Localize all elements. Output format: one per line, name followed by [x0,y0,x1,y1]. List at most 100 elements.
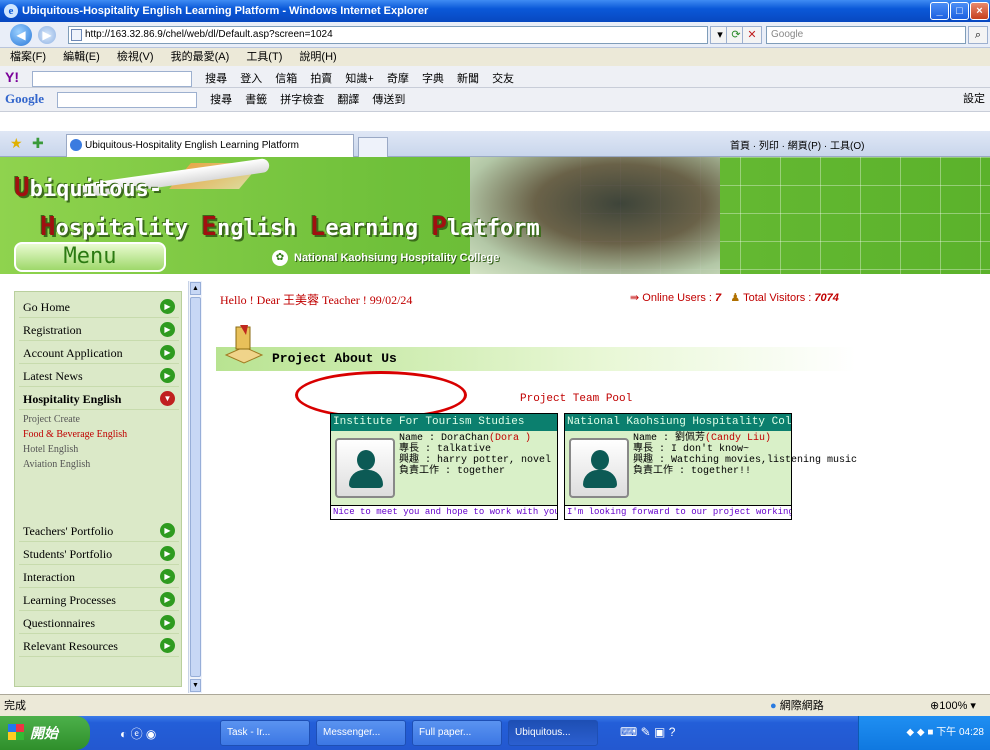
avatar-icon [569,438,629,498]
yahoo-auction[interactable]: 拍賣 [310,68,332,87]
yahoo-search[interactable]: 搜尋 [205,68,227,87]
favorites-star-icon[interactable]: ★ [10,135,23,152]
card-duty: 負責工作 : together!! [633,466,752,477]
google-search-box[interactable] [57,92,198,109]
sidebar-sub-food-beverage-english[interactable]: Food & Beverage English [23,429,127,440]
yahoo-login[interactable]: 登入 [240,68,262,87]
back-button[interactable]: ◀ [10,24,32,46]
new-tab-button[interactable] [358,137,388,157]
browser-window: e Ubiquitous-Hospitality English Learnin… [0,0,990,750]
home-button[interactable]: 首頁 [730,141,750,152]
taskbar-button-messenger[interactable]: Messenger... [316,720,406,746]
sidebar-sub-project-create[interactable]: Project Create [23,414,80,425]
yahoo-mail[interactable]: 信箱 [275,68,297,87]
card-message: I'm looking forward to our project worki… [565,505,791,519]
google-search[interactable]: 搜尋 [210,89,232,111]
sidebar-item-interaction[interactable]: Interaction ▶ [19,566,179,588]
zoom-level[interactable]: ⊕100% ▾ [930,695,976,717]
card-interests: 興趣 : harry potter, novel [399,455,552,466]
title-bar: e Ubiquitous-Hospitality English Learnin… [0,0,990,22]
page-menu[interactable]: 網頁(P) [788,141,821,152]
member-card: Institute For Tourism Studies Name : Dor… [330,413,558,520]
arrow-right-icon: ▶ [160,345,175,360]
sidebar-sub-aviation-english[interactable]: Aviation English [23,459,90,470]
card-institution: Institute For Tourism Studies [331,414,557,431]
yahoo-dating[interactable]: 交友 [492,68,514,87]
search-input[interactable]: Google [766,26,966,44]
scroll-up-arrow[interactable]: ▲ [190,282,201,295]
tools-menu[interactable]: 工具(O) [830,141,864,152]
tab-ubiquitous[interactable]: Ubiquitous-Hospitality English Learning … [66,134,354,157]
forward-button[interactable]: ▶ [38,26,56,44]
add-favorites-icon[interactable]: ✚ [32,135,44,152]
yahoo-logo[interactable]: Y! [5,66,19,87]
menu-favorites[interactable]: 我的最愛(A) [171,48,230,66]
google-spellcheck[interactable]: 拼字檢查 [280,89,324,111]
minimize-button[interactable]: _ [930,2,949,20]
card-message: Nice to meet you and hope to work with y… [331,505,557,519]
sidebar-item-registration[interactable]: Registration ▶ [19,319,179,341]
yahoo-dictionary[interactable]: 字典 [422,68,444,87]
scroll-down-arrow[interactable]: ▼ [190,679,201,692]
arrow-right-icon: ▶ [160,569,175,584]
taskbar-button-task[interactable]: Task - Ir... [220,720,310,746]
sidebar-item-teachers-portfolio[interactable]: Teachers' Portfolio ▶ [19,520,179,542]
scroll-thumb[interactable] [190,297,201,677]
start-button[interactable]: 開始 [0,716,90,750]
google-settings[interactable]: 設定 [963,88,985,110]
arrow-right-icon: ▶ [160,638,175,653]
language-bar-icons[interactable]: ⌨ ✎ ▣ ? [620,725,675,739]
google-translate[interactable]: 翻譯 [337,89,359,111]
quicklaunch-icons[interactable]: ◐ ⓔ ◉ [120,725,156,742]
card-duty: 負責工作 : together [399,466,506,477]
yahoo-news[interactable]: 新聞 [457,68,479,87]
sidebar-sub-hotel-english[interactable]: Hotel English [23,444,78,455]
menu-file[interactable]: 檔案(F) [10,48,46,66]
address-bar: ◀ ▶ http://163.32.86.9/chel/web/dl/Defau… [0,22,990,48]
site-banner: Ubiquitous- Hospitality English Learning… [0,157,990,274]
menu-tools[interactable]: 工具(T) [246,48,282,66]
print-button[interactable]: 列印 [759,141,779,152]
sidebar-item-hospitality-english[interactable]: Hospitality English ▼ [19,388,179,410]
menu-view[interactable]: 檢視(V) [117,48,154,66]
menu-help[interactable]: 說明(H) [299,48,336,66]
menu-header: Menu [14,242,166,272]
online-users-icon: ⇛ [630,292,640,304]
sidebar-item-questionnaires[interactable]: Questionnaires ▶ [19,612,179,634]
college-name: ✿ National Kaohsiung Hospitality College [272,250,499,266]
avatar-icon [335,438,395,498]
sidebar-item-go-home[interactable]: Go Home ▶ [19,296,179,318]
tab-bar: ★ ✚ Ubiquitous-Hospitality English Learn… [0,131,990,157]
globe-icon: ● [770,700,777,712]
card-expertise: 專長 : talkative [399,444,492,455]
tray-icons[interactable]: ◆ ◆ ■ [906,727,936,738]
yahoo-search-box[interactable] [32,71,193,87]
total-visitors-count: 7074 [814,292,839,304]
sidebar-item-latest-news[interactable]: Latest News ▶ [19,365,179,387]
google-sendto[interactable]: 傳送到 [372,89,405,111]
yahoo-knowledge[interactable]: 知識+ [345,68,373,87]
sidebar-scrollbar[interactable]: ▲ ▼ [188,281,202,693]
project-team-title: Project Team Pool [520,393,633,405]
arrow-right-icon: ▶ [160,299,175,314]
taskbar-button-fullpaper[interactable]: Full paper... [412,720,502,746]
google-bookmarks[interactable]: 書籤 [245,89,267,111]
menu-edit[interactable]: 編輯(E) [63,48,100,66]
sidebar-item-account-application[interactable]: Account Application ▶ [19,342,179,364]
taskbar-button-ubiquitous[interactable]: Ubiquitous... [508,720,598,746]
sidebar-item-relevant-resources[interactable]: Relevant Resources ▶ [19,635,179,657]
online-stats: ⇛ Online Users : 7 ♟ Total Visitors : 70… [630,292,839,304]
sidebar: Go Home ▶ Registration ▶ Account Applicati… [6,281,196,693]
close-button[interactable]: × [970,2,989,20]
windows-logo-icon [8,724,24,740]
search-icon: ⌕ [974,29,982,41]
google-logo[interactable]: Google [5,88,44,110]
maximize-button[interactable]: □ [950,2,969,20]
sidebar-item-learning-processes[interactable]: Learning Processes ▶ [19,589,179,611]
stop-button[interactable]: ✕ [742,26,762,44]
url-input[interactable]: http://163.32.86.9/chel/web/dl/Default.a… [68,26,708,44]
sidebar-item-students-portfolio[interactable]: Students' Portfolio ▶ [19,543,179,565]
search-button[interactable]: ⌕ [968,26,988,44]
yahoo-kimo[interactable]: 奇摩 [387,68,409,87]
internet-zone: ● 網際網路 [770,700,824,712]
